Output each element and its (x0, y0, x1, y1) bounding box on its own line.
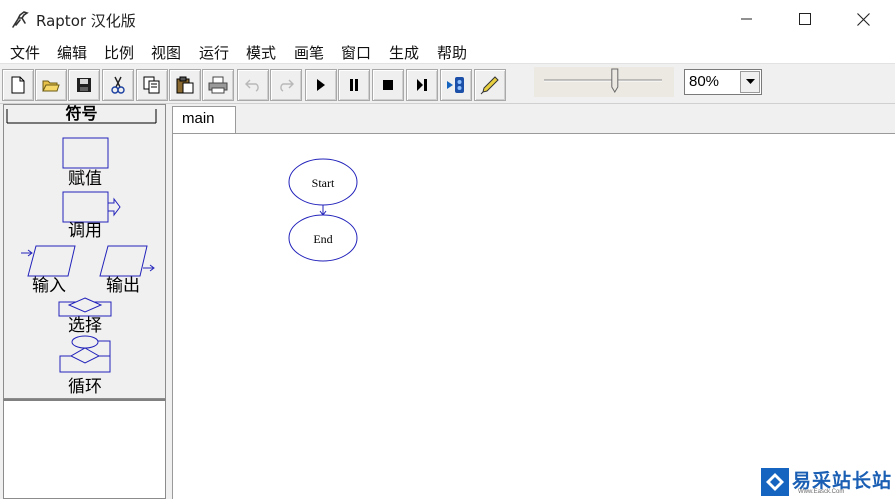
undo-icon (245, 79, 259, 92)
raptor-icon (12, 11, 29, 28)
print-icon (208, 76, 228, 94)
menu-help[interactable]: 帮助 (437, 42, 467, 63)
menu-ink[interactable]: 画笔 (294, 42, 324, 63)
paste-icon (176, 76, 194, 94)
assignment-symbol[interactable] (62, 137, 109, 169)
menu-mode[interactable]: 模式 (246, 42, 276, 63)
symbols-panel: 符号 赋值 调用 输入 输出 选择 循环 (3, 104, 166, 399)
new-button[interactable] (2, 69, 34, 101)
window-title: Raptor 汉化版 (36, 12, 136, 30)
menu-run[interactable]: 运行 (199, 42, 229, 63)
test-server-button[interactable] (440, 69, 472, 101)
start-node[interactable]: Start (288, 158, 358, 206)
menu-file[interactable]: 文件 (10, 42, 40, 63)
minimize-icon (741, 18, 752, 20)
cut-icon (111, 76, 125, 94)
loop-symbol[interactable] (59, 335, 111, 373)
maximize-icon (799, 13, 811, 25)
input-symbol[interactable] (21, 245, 76, 277)
menu-window[interactable]: 窗口 (341, 42, 371, 63)
open-folder-icon (42, 80, 60, 92)
paste-button[interactable] (169, 69, 201, 101)
output-symbol[interactable] (99, 245, 155, 277)
selection-label: 选择 (68, 316, 102, 336)
save-icon (77, 78, 91, 92)
menu-view[interactable]: 视图 (151, 42, 181, 63)
pause-button[interactable] (338, 69, 370, 101)
loop-label: 循环 (68, 377, 102, 397)
new-file-icon (11, 76, 25, 94)
open-button[interactable] (35, 69, 67, 101)
zoom-slider-track (544, 68, 662, 93)
run-button[interactable] (305, 69, 337, 101)
stop-icon (383, 80, 393, 90)
dropdown-arrow-button[interactable] (740, 71, 760, 93)
pen-button[interactable] (474, 69, 506, 101)
watermark: 易采站长站 Www.Easck.Com (758, 465, 895, 499)
zoom-slider[interactable] (534, 67, 674, 97)
tab-main-label: main (182, 110, 215, 127)
menu-edit[interactable]: 编辑 (57, 42, 87, 63)
symbols-panel-shapes (6, 109, 157, 373)
panel-edge (889, 104, 895, 134)
call-label: 调用 (68, 221, 102, 241)
close-button[interactable] (840, 0, 886, 38)
stop-button[interactable] (372, 69, 404, 101)
save-button[interactable] (68, 69, 100, 101)
zoom-slider-thumb[interactable] (611, 68, 619, 93)
zoom-value: 80% (689, 73, 720, 90)
redo-button[interactable] (270, 69, 302, 101)
redo-icon (280, 79, 294, 92)
copy-button[interactable] (136, 69, 168, 101)
run-icon (317, 79, 325, 91)
assignment-label: 赋值 (68, 169, 102, 189)
step-button[interactable] (406, 69, 438, 101)
title-bar: Raptor 汉化版 (0, 0, 895, 38)
print-button[interactable] (202, 69, 234, 101)
end-node-label: End (313, 232, 332, 246)
tab-main[interactable]: main (172, 106, 236, 134)
call-symbol[interactable] (62, 191, 121, 223)
chevron-down-icon (745, 79, 755, 84)
watch-window (3, 399, 166, 499)
start-node-label: Start (312, 176, 335, 190)
undo-button[interactable] (237, 69, 269, 101)
step-icon (417, 79, 427, 91)
selection-symbol[interactable] (58, 297, 112, 317)
symbols-title: 符号 (65, 104, 98, 123)
watermark-logo (761, 468, 789, 496)
watermark-subtext: Www.Easck.Com (798, 489, 845, 495)
test-server-icon (447, 77, 464, 93)
maximize-button[interactable] (782, 0, 828, 38)
pause-icon (350, 79, 358, 91)
close-icon (856, 12, 870, 26)
flowchart-drawing: Start End (288, 158, 358, 262)
input-label: 输入 (32, 276, 66, 296)
flow-arrow (319, 205, 327, 216)
menu-bar: 文件 编辑 比例 视图 运行 模式 画笔 窗口 生成 帮助 (0, 38, 895, 64)
output-label: 输出 (106, 276, 140, 296)
minimize-button[interactable] (724, 0, 770, 38)
menu-generate[interactable]: 生成 (389, 42, 419, 63)
end-node[interactable]: End (288, 214, 358, 262)
zoom-dropdown[interactable]: 80% (684, 69, 762, 95)
copy-icon (143, 76, 160, 94)
flowchart-canvas[interactable]: Start End (172, 133, 895, 499)
menu-scale[interactable]: 比例 (104, 42, 134, 63)
pen-icon (480, 76, 499, 95)
cut-button[interactable] (102, 69, 134, 101)
